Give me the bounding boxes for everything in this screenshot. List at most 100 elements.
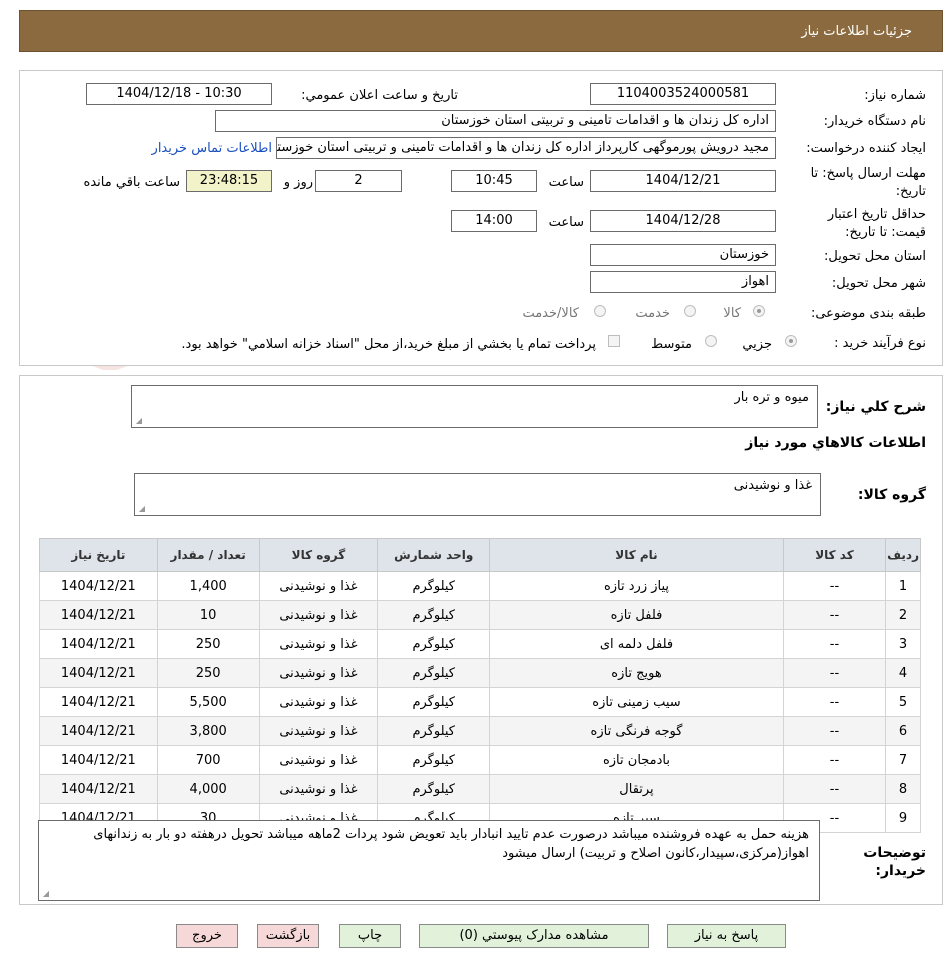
table-row[interactable]: 8 -- پرتقال کیلوگرم غذا و نوشیدنی 4,000 1404/1… — [39, 774, 921, 804]
cell-group: غذا و نوشیدنی — [258, 600, 379, 630]
attachments-button[interactable]: مشاهده مدارک پيوستي (0) — [419, 924, 649, 948]
buyer-notes-text: هزینه حمل به عهده فروشنده میباشد درصورت … — [93, 827, 809, 861]
countdown-timer: 23:48:15 — [186, 170, 272, 192]
province-field[interactable]: خوزستان — [590, 244, 776, 266]
treasury-checkbox[interactable] — [608, 335, 620, 347]
requester-label: ايجاد کننده درخواست: — [806, 141, 926, 156]
cell-group: غذا و نوشیدنی — [258, 629, 379, 659]
process-label: نوع فرآيند خريد : — [834, 336, 926, 351]
deadline-date-field[interactable]: 1404/12/21 — [590, 170, 776, 192]
category-radio-service[interactable] — [684, 305, 696, 317]
cell-item-code: -- — [782, 600, 887, 630]
summary-textarea[interactable]: میوه و تره بار ◢ — [131, 385, 818, 428]
col-need-date: تاريخ نياز — [39, 538, 158, 572]
process-radio-minor[interactable] — [785, 335, 797, 347]
validity-time-field[interactable]: 14:00 — [451, 210, 537, 232]
cell-item-name: پیاز زرد تازه — [489, 571, 784, 601]
category-option-goods: کالا — [723, 306, 741, 321]
validity-label: حداقل تاريخ اعتبار — [827, 207, 926, 222]
announce-label: تاريخ و ساعت اعلان عمومي: — [301, 88, 458, 103]
cell-unit: کیلوگرم — [377, 571, 491, 601]
cell-group: غذا و نوشیدنی — [258, 716, 379, 746]
cell-item-name: هویج تازه — [489, 658, 784, 688]
items-table-body: 1 -- پیاز زرد تازه کیلوگرم غذا و نوشیدنی 1,40… — [39, 571, 921, 833]
category-label: طبقه بندی موضوعی: — [810, 306, 926, 321]
reply-button[interactable]: پاسخ به نياز — [667, 924, 786, 948]
cell-group: غذا و نوشیدنی — [258, 687, 379, 717]
validity-date-field[interactable]: 1404/12/28 — [590, 210, 776, 232]
announce-datetime-field[interactable]: 1404/12/18 - 10:30 — [86, 83, 272, 105]
process-radio-medium[interactable] — [705, 335, 717, 347]
category-option-both: کالا/خدمت — [522, 306, 579, 321]
cell-unit: کیلوگرم — [377, 774, 491, 804]
cell-item-code: -- — [782, 774, 887, 804]
print-button[interactable]: چاپ — [339, 924, 401, 948]
col-item-code: کد کالا — [782, 538, 887, 572]
table-row[interactable]: 4 -- هویج تازه کیلوگرم غذا و نوشیدنی 250 1404/… — [39, 658, 921, 688]
resize-grip-icon[interactable]: ◢ — [134, 417, 142, 425]
buyer-notes-label-2: خريدار: — [875, 863, 926, 879]
cell-row-number: 1 — [885, 571, 921, 601]
cell-need-date: 1404/12/21 — [39, 687, 158, 717]
cell-quantity: 700 — [156, 745, 260, 775]
goods-group-textarea[interactable]: غذا و نوشیدنی ◢ — [134, 473, 821, 516]
buyer-contact-link[interactable]: اطلاعات تماس خريدار — [152, 141, 272, 156]
resize-grip-icon[interactable]: ◢ — [41, 890, 49, 898]
table-row[interactable]: 1 -- پیاز زرد تازه کیلوگرم غذا و نوشیدنی 1,40… — [39, 571, 921, 601]
need-number-label: شماره نياز: — [864, 88, 926, 103]
table-row[interactable]: 2 -- فلفل تازه کیلوگرم غذا و نوشیدنی 10 1404/1… — [39, 600, 921, 630]
buyer-notes-textarea[interactable]: هزینه حمل به عهده فروشنده میباشد درصورت … — [38, 820, 820, 901]
validity-time-label: ساعت — [548, 215, 584, 230]
cell-quantity: 250 — [156, 629, 260, 659]
deadline-time-label: ساعت — [548, 175, 584, 190]
col-item-name: نام کالا — [489, 538, 784, 572]
cell-row-number: 8 — [885, 774, 921, 804]
cell-item-name: سیب زمینی تازه — [489, 687, 784, 717]
page-title: جزئيات اطلاعات نياز — [801, 24, 912, 39]
cell-item-code: -- — [782, 687, 887, 717]
cell-item-name: گوجه فرنگی تازه — [489, 716, 784, 746]
payment-note: پرداخت تمام يا بخشي از مبلغ خريد،از محل … — [181, 337, 596, 352]
cell-row-number: 4 — [885, 658, 921, 688]
cell-need-date: 1404/12/21 — [39, 629, 158, 659]
table-row[interactable]: 3 -- فلفل دلمه ای کیلوگرم غذا و نوشیدنی 250 14… — [39, 629, 921, 659]
table-row[interactable]: 6 -- گوجه فرنگی تازه کیلوگرم غذا و نوشیدنی 3,… — [39, 716, 921, 746]
table-row[interactable]: 5 -- سیب زمینی تازه کیلوگرم غذا و نوشیدنی 5,5… — [39, 687, 921, 717]
cell-need-date: 1404/12/21 — [39, 571, 158, 601]
cell-quantity: 250 — [156, 658, 260, 688]
category-option-service: خدمت — [635, 306, 670, 321]
summary-text: میوه و تره بار — [734, 390, 809, 405]
days-remaining-field[interactable]: 2 — [315, 170, 402, 192]
goods-group-label: گروه کالا: — [857, 487, 926, 503]
cell-quantity: 4,000 — [156, 774, 260, 804]
category-radio-goods[interactable] — [753, 305, 765, 317]
cell-quantity: 5,500 — [156, 687, 260, 717]
cell-need-date: 1404/12/21 — [39, 658, 158, 688]
cell-row-number: 9 — [885, 803, 921, 833]
exit-button[interactable]: خروج — [176, 924, 238, 948]
cell-item-name: بادمجان تازه — [489, 745, 784, 775]
cell-unit: کیلوگرم — [377, 687, 491, 717]
resize-grip-icon[interactable]: ◢ — [137, 505, 145, 513]
validity-label-2: قيمت: تا تاريخ: — [845, 225, 926, 240]
category-radio-both[interactable] — [594, 305, 606, 317]
need-number-field[interactable]: 1104003524000581 — [590, 83, 776, 105]
cell-row-number: 6 — [885, 716, 921, 746]
col-group: گروه کالا — [258, 538, 379, 572]
cell-group: غذا و نوشیدنی — [258, 745, 379, 775]
cell-need-date: 1404/12/21 — [39, 600, 158, 630]
requester-field[interactable]: مجید درویش پورموگهی کارپرداز اداره کل زن… — [276, 137, 776, 159]
buyer-org-field[interactable]: اداره کل زندان ها و اقدامات تامینی و ترب… — [215, 110, 776, 132]
col-row-number: رديف — [885, 538, 921, 572]
cell-item-name: فلفل دلمه ای — [489, 629, 784, 659]
goods-group-text: غذا و نوشیدنی — [733, 478, 812, 493]
deadline-time-field[interactable]: 10:45 — [451, 170, 537, 192]
cell-unit: کیلوگرم — [377, 716, 491, 746]
table-row[interactable]: 7 -- بادمجان تازه کیلوگرم غذا و نوشیدنی 700 14… — [39, 745, 921, 775]
cell-need-date: 1404/12/21 — [39, 774, 158, 804]
cell-row-number: 2 — [885, 600, 921, 630]
back-button[interactable]: بازگشت — [257, 924, 319, 948]
cell-need-date: 1404/12/21 — [39, 745, 158, 775]
city-field[interactable]: اهواز — [590, 271, 776, 293]
cell-item-code: -- — [782, 658, 887, 688]
